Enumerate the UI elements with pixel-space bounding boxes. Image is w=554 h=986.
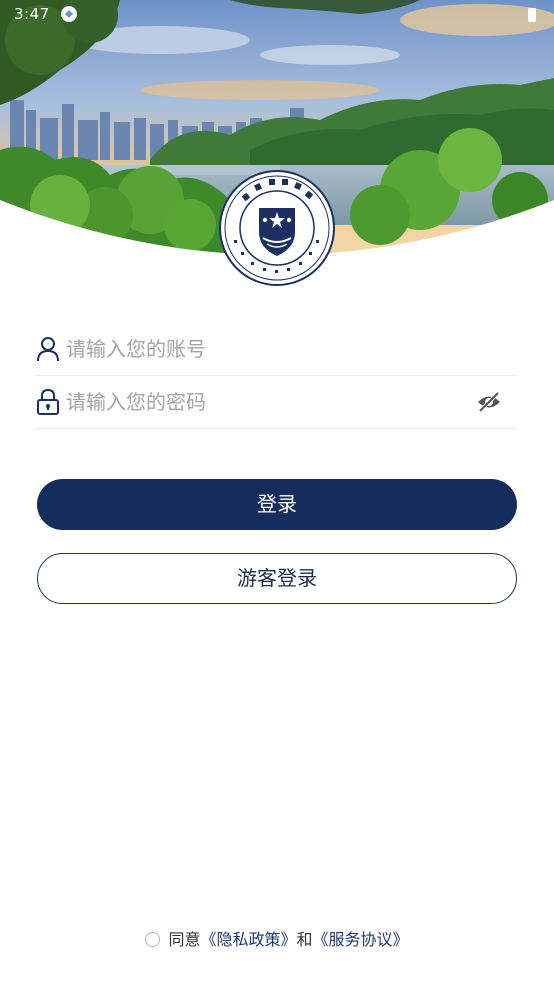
agreement-row: 同意《隐私政策》和《服务协议》 [0,926,554,950]
college-emblem-logo [219,170,335,286]
eye-off-icon[interactable] [476,389,502,415]
agreement-joiner: 和 [296,930,313,949]
status-time: 3:47 [14,5,50,23]
guest-login-button[interactable]: 游客登录 [37,553,517,604]
password-input[interactable] [66,376,466,428]
service-agreement-link[interactable]: 《服务协议》 [313,930,409,949]
battery-icon [528,8,536,22]
notification-app-icon [61,6,77,22]
agreement-prefix: 同意 [168,930,201,949]
login-button[interactable]: 登录 [37,479,517,530]
agree-radio[interactable] [145,932,161,947]
status-bar: 3:47 [0,0,554,30]
person-icon [37,337,59,362]
privacy-policy-link[interactable]: 《隐私政策》 [200,930,296,949]
college-logo [219,170,335,286]
password-field [36,376,517,429]
account-input[interactable] [66,323,466,375]
lock-icon [37,389,59,415]
account-field [36,323,517,376]
